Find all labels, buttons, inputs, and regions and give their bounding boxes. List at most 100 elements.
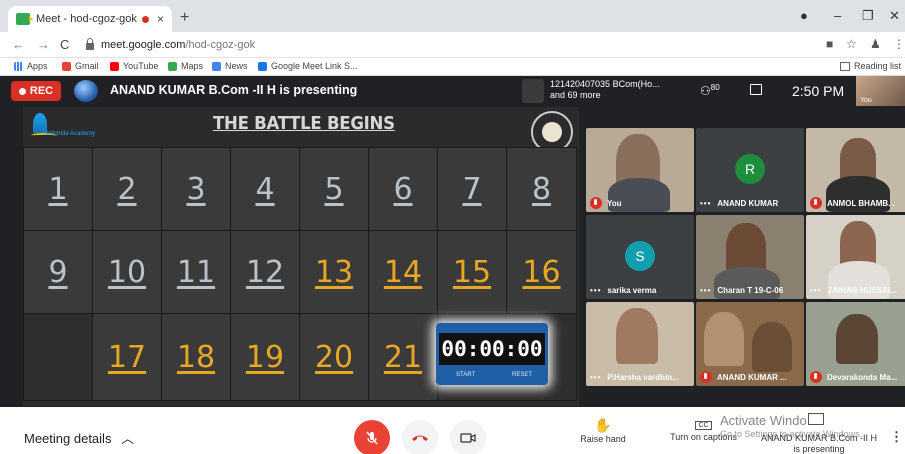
more-options-icon[interactable]: ••• xyxy=(810,286,821,295)
camera-indicator-icon[interactable]: ■ xyxy=(826,37,833,51)
grid-cell[interactable]: 10 xyxy=(92,230,162,314)
participant-tile[interactable]: S ••• sarika verma xyxy=(586,215,694,299)
bookmark-maps[interactable]: Maps xyxy=(168,61,203,71)
close-window-icon[interactable]: ✕ xyxy=(889,8,900,24)
participant-tile[interactable]: You xyxy=(586,128,694,212)
browser-tab[interactable]: Meet - hod-cgoz-gok × xyxy=(8,6,172,32)
url-field[interactable]: meet.google.com /hod-cgoz-gok xyxy=(86,36,786,54)
more-options-icon[interactable]: ••• xyxy=(590,286,601,295)
presenting-title: ANAND KUMAR B.Com -II H is presenting xyxy=(110,83,358,97)
gmail-icon xyxy=(62,61,71,71)
grid-cell[interactable]: 3 xyxy=(161,147,231,231)
minimize-icon[interactable]: – xyxy=(834,8,841,23)
presenter-status: ANAND KUMAR B.Com -II H is presenting xyxy=(760,433,877,454)
new-tab-button[interactable]: + xyxy=(180,9,189,27)
bookmark-gmail[interactable]: Gmail xyxy=(62,61,99,71)
mic-off-icon xyxy=(700,371,712,383)
participant-name: ZAINAB HUSSAI... xyxy=(827,285,897,295)
reading-list-icon xyxy=(839,61,850,71)
people-button[interactable]: ⚇80 xyxy=(700,83,720,98)
people-count: 80 xyxy=(710,83,720,92)
recording-badge: REC xyxy=(11,81,61,101)
grid-cell[interactable]: 13 xyxy=(299,230,369,314)
menu-icon[interactable]: ⋮ xyxy=(893,37,905,51)
present-screen-icon[interactable] xyxy=(808,413,824,425)
grid-cell[interactable]: 15 xyxy=(437,230,507,314)
grid-cell[interactable]: 14 xyxy=(368,230,438,314)
participant-tile[interactable]: ANAND KUMAR ... xyxy=(696,302,804,386)
grid-cell[interactable]: 8 xyxy=(506,147,577,231)
more-options-icon[interactable]: ••• xyxy=(700,199,711,208)
reading-list[interactable]: Reading list xyxy=(839,61,901,71)
grid-cell[interactable]: 19 xyxy=(230,313,300,401)
bookmark-youtube[interactable]: YouTube xyxy=(110,61,158,71)
grid-cell[interactable]: 20 xyxy=(299,313,369,401)
bookmark-google-meet-link[interactable]: Google Meet Link S... xyxy=(258,61,358,71)
profile-icon[interactable]: ● xyxy=(800,8,808,23)
participant-tile[interactable]: ••• Charan T 19-C-06 xyxy=(696,215,804,299)
reload-icon[interactable]: C xyxy=(60,37,69,52)
more-options-icon[interactable]: ••• xyxy=(700,286,711,295)
participant-name: ANAND KUMAR xyxy=(717,198,779,208)
hang-up-icon xyxy=(412,435,428,441)
raise-hand-button[interactable]: ✋ Raise hand xyxy=(578,417,628,444)
grid-cell[interactable]: 17 xyxy=(92,313,162,401)
url-host: meet.google.com xyxy=(101,39,186,51)
grid-cell[interactable]: 2 xyxy=(92,147,162,231)
grid-cell[interactable]: 21 xyxy=(368,313,438,401)
more-options-icon[interactable]: ⋮ xyxy=(890,429,903,445)
more-options-icon[interactable]: ••• xyxy=(590,373,601,382)
url-path: /hod-cgoz-gok xyxy=(185,39,256,51)
meet-window: REC ANAND KUMAR B.Com -II H is presentin… xyxy=(0,76,905,454)
forward-icon[interactable]: → xyxy=(37,37,50,52)
star-icon[interactable]: ☆ xyxy=(846,37,857,51)
meet-top-bar: REC ANAND KUMAR B.Com -II H is presentin… xyxy=(0,76,905,106)
chat-icon[interactable] xyxy=(750,84,762,95)
grid-cell[interactable]: 12 xyxy=(230,230,300,314)
screen: Meet - hod-cgoz-gok × + ● – ❐ ✕ ← → C me… xyxy=(0,0,905,454)
extension-icon[interactable]: ♟ xyxy=(870,37,881,51)
participant-tile[interactable]: Devarakonda Ma... xyxy=(806,302,905,386)
meeting-details-button[interactable]: Meeting details ︿ xyxy=(24,428,134,447)
microphone-toggle-button[interactable] xyxy=(354,420,390,454)
recording-dot-icon xyxy=(141,15,149,23)
bookmark-apps[interactable]: Apps xyxy=(14,61,48,71)
participant-name: Charan T 19-C-06 xyxy=(717,285,784,295)
restore-icon[interactable]: ❐ xyxy=(862,8,874,24)
hand-icon: ✋ xyxy=(594,417,612,433)
tab-close-icon[interactable]: × xyxy=(157,12,164,26)
presenter-thumbnail xyxy=(522,79,544,103)
self-view[interactable]: You xyxy=(856,76,905,106)
grid-cell[interactable]: 5 xyxy=(299,147,369,231)
grid-cell[interactable]: 16 xyxy=(506,230,577,314)
participant-tile[interactable]: ••• ZAINAB HUSSAI... xyxy=(806,215,905,299)
mic-off-icon xyxy=(366,431,378,445)
grid-cell[interactable]: 18 xyxy=(161,313,231,401)
countdown-timer: 00:00:00 START RESET xyxy=(436,323,548,385)
camera-icon xyxy=(460,433,476,443)
lock-icon xyxy=(86,37,94,50)
participant-name: Devarakonda Ma... xyxy=(827,372,898,382)
bookmark-news[interactable]: News xyxy=(212,61,248,71)
participant-tile[interactable]: ANMOL BHAMB... xyxy=(806,128,905,212)
timer-display: 00:00:00 xyxy=(439,333,545,365)
participant-tile[interactable]: R ••• ANAND KUMAR xyxy=(696,128,804,212)
participant-tile[interactable]: ••• P.Harsha vardhin... xyxy=(586,302,694,386)
leave-call-button[interactable] xyxy=(402,420,438,454)
mic-off-icon xyxy=(810,371,822,383)
grid-cell[interactable]: 7 xyxy=(437,147,507,231)
captions-icon: CC xyxy=(695,421,712,430)
clock: 2:50 PM xyxy=(792,83,845,99)
grid-cell[interactable]: 4 xyxy=(230,147,300,231)
grid-cell[interactable]: 9 xyxy=(23,230,93,314)
timer-reset-button[interactable]: RESET xyxy=(512,372,532,378)
grid-cell[interactable]: 11 xyxy=(161,230,231,314)
participant-name: ANAND KUMAR ... xyxy=(717,372,787,382)
grid-cell[interactable]: 1 xyxy=(23,147,93,231)
apps-grid-icon xyxy=(14,61,23,71)
timer-start-button[interactable]: START xyxy=(456,372,475,378)
camera-toggle-button[interactable] xyxy=(450,420,486,454)
grid-cell[interactable]: 6 xyxy=(368,147,438,231)
meet-favicon-icon xyxy=(16,13,33,25)
back-icon[interactable]: ← xyxy=(12,37,25,52)
